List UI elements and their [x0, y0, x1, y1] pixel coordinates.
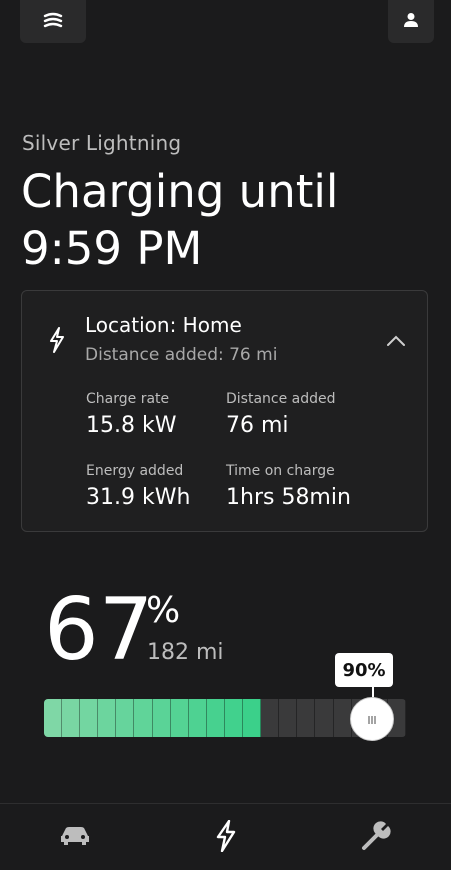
- stat-label: Charge rate: [86, 391, 170, 407]
- vehicle-name: Silver Lightning: [22, 131, 182, 155]
- charge-segment-filled: [116, 699, 135, 737]
- charge-segment-filled: [134, 699, 153, 737]
- percent-sign: %: [146, 590, 181, 631]
- charge-limit-slider-handle[interactable]: [350, 697, 394, 741]
- charge-segment-filled: [224, 699, 244, 737]
- charge-segment-empty: [261, 699, 280, 737]
- stat-value: 1hrs 58min: [226, 485, 351, 510]
- charge-segment-filled: [243, 699, 262, 737]
- profile-button[interactable]: [388, 0, 434, 43]
- nav-service[interactable]: [356, 820, 396, 856]
- stat-label: Distance added: [226, 391, 336, 407]
- charge-segment-empty: [333, 699, 352, 737]
- charge-segment-filled: [170, 699, 189, 737]
- chevron-up-icon[interactable]: [387, 331, 405, 350]
- headline-line2: 9:59 PM: [21, 222, 203, 275]
- charge-segment-filled: [152, 699, 171, 737]
- battery-percent: 67: [44, 580, 154, 680]
- stat-charge-rate: Charge rate 15.8 kW: [86, 391, 176, 438]
- distance-summary: Distance added: 76 mi: [85, 345, 278, 365]
- stat-label: Energy added: [86, 463, 184, 479]
- nav-charging[interactable]: [206, 819, 246, 856]
- charge-segment-filled: [188, 699, 207, 737]
- charging-status-title: Charging until 9:59 PM: [21, 163, 431, 277]
- charge-segment-filled: [98, 699, 117, 737]
- location-label: Location: Home: [85, 313, 242, 337]
- charge-segment-empty: [297, 699, 316, 737]
- bolt-icon: [48, 327, 66, 357]
- stat-value: 15.8 kW: [86, 413, 177, 438]
- stat-distance-added: Distance added 76 mi: [226, 391, 336, 438]
- wrench-icon: [360, 820, 392, 856]
- menu-icon: [42, 11, 64, 33]
- grip-icon: [367, 710, 377, 729]
- charging-details-card: Location: Home Distance added: 76 mi Cha…: [21, 290, 428, 532]
- charge-limit-label: 90%: [335, 653, 393, 687]
- charge-segment-filled: [206, 699, 225, 737]
- stat-value: 31.9 kWh: [86, 485, 191, 510]
- charge-segment-filled: [80, 699, 99, 737]
- headline-line1: Charging until: [21, 165, 339, 218]
- stat-time-on-charge: Time on charge 1hrs 58min: [226, 463, 351, 510]
- charge-segment-filled: [62, 699, 81, 737]
- charge-segment-empty: [315, 699, 334, 737]
- menu-button[interactable]: [20, 0, 86, 43]
- stat-label: Time on charge: [226, 463, 335, 479]
- person-icon: [403, 12, 419, 32]
- charge-segment-empty: [279, 699, 298, 737]
- charge-segment-filled: [44, 699, 63, 737]
- nav-car[interactable]: [55, 820, 95, 856]
- stat-value: 76 mi: [226, 413, 289, 438]
- car-icon: [59, 825, 91, 851]
- bottom-nav: [0, 803, 451, 870]
- battery-range: 182 mi: [147, 640, 224, 665]
- bolt-icon: [215, 819, 237, 856]
- stat-energy-added: Energy added 31.9 kWh: [86, 463, 190, 510]
